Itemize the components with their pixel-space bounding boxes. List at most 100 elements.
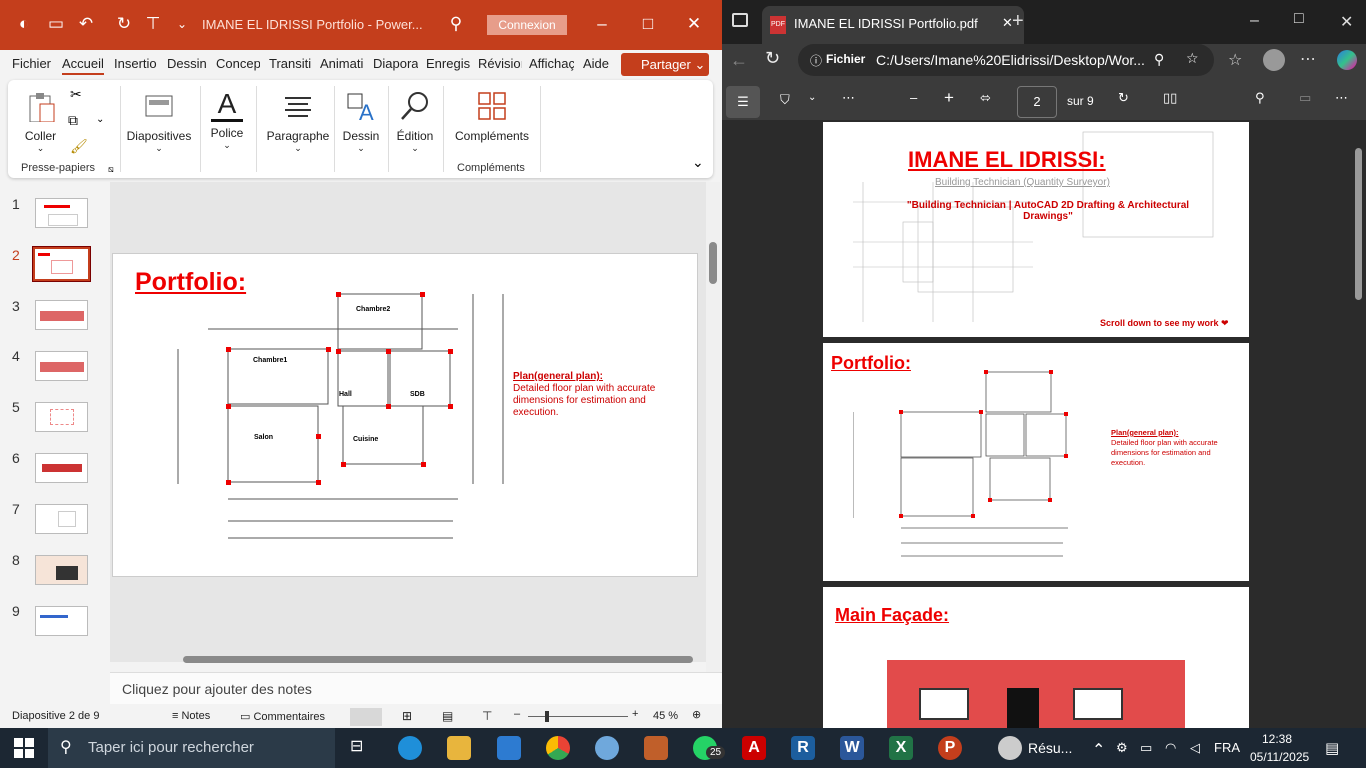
clock-time[interactable]: 12:38 — [1262, 732, 1292, 746]
cut-icon[interactable]: ✂ — [70, 86, 82, 103]
paint-icon[interactable] — [595, 736, 619, 760]
rotate-icon[interactable]: ↻ — [1118, 90, 1129, 106]
wifi-icon[interactable]: ◠ — [1165, 740, 1176, 756]
slide-thumbnail-4[interactable] — [35, 351, 88, 381]
slide-sorter-icon[interactable]: ⊞ — [402, 709, 412, 723]
dessin-button[interactable]: A Dessin ⌄ — [338, 90, 384, 154]
windows-start-icon[interactable] — [14, 738, 34, 758]
slide-thumbnail-8[interactable] — [35, 555, 88, 585]
app-icon[interactable] — [644, 736, 668, 760]
connexion-button[interactable]: Connexion — [487, 15, 567, 35]
fit-width-icon[interactable]: ⬄ — [980, 90, 991, 106]
volume-icon[interactable]: ◁ — [1190, 740, 1200, 756]
horizontal-scrollbar[interactable] — [115, 652, 705, 666]
zoom-out-icon[interactable]: – — [514, 708, 520, 720]
slide-thumbnail-6[interactable] — [35, 453, 88, 483]
slide-thumbnail-1[interactable] — [35, 198, 88, 228]
tab-conception[interactable]: Concep — [216, 56, 260, 71]
powerpoint-taskbar-icon[interactable]: P — [938, 736, 962, 760]
notifications-icon[interactable]: ▤ — [1325, 739, 1339, 757]
battery-icon[interactable]: ▭ — [1140, 740, 1152, 756]
paste-button[interactable]: Coller ⌄ — [18, 90, 63, 154]
favorite-star-icon[interactable]: ☆ — [1186, 50, 1199, 67]
back-icon[interactable]: ← — [730, 50, 748, 71]
zoom-icon[interactable]: ⚲ — [1154, 51, 1164, 68]
slide-thumbnail-9[interactable] — [35, 606, 88, 636]
favorites-icon[interactable]: ☆ — [1228, 50, 1242, 70]
more-options-icon[interactable]: ⋯ — [1300, 49, 1316, 69]
draw-dropdown-icon[interactable]: ⌄ — [808, 92, 816, 103]
reading-view-icon[interactable]: ▤ — [442, 709, 453, 723]
tab-insertion[interactable]: Insertio — [114, 56, 159, 71]
show-hidden-icons[interactable]: ⌃ — [1092, 740, 1105, 760]
slide-thumbnail-3[interactable] — [35, 300, 88, 330]
more-options-icon[interactable]: ⋯ — [1335, 90, 1348, 106]
tab-transitions[interactable]: Transiti — [269, 56, 313, 71]
language-indicator[interactable]: FRA — [1214, 740, 1240, 755]
zoom-slider[interactable] — [528, 716, 628, 717]
paragraphe-button[interactable]: Paragraphe ⌄ — [262, 90, 334, 154]
excel-icon[interactable]: X — [889, 736, 913, 760]
maximize-icon[interactable]: □ — [638, 14, 658, 34]
new-tab-icon[interactable]: + — [1012, 10, 1024, 33]
notes-pane[interactable]: Cliquez pour ajouter des notes — [110, 672, 722, 704]
search-icon[interactable]: ⚲ — [1255, 90, 1265, 106]
zoom-slider-thumb[interactable] — [545, 711, 549, 722]
format-painter-icon[interactable]: 🖌 — [70, 138, 88, 155]
task-view-icon[interactable]: ⊟ — [350, 736, 374, 760]
fit-slide-icon[interactable]: ⊕ — [692, 708, 701, 721]
copilot-icon[interactable] — [1337, 50, 1357, 70]
tab-enregistrement[interactable]: Enregis — [426, 56, 470, 71]
close-icon[interactable]: ✕ — [684, 14, 704, 34]
clock-date[interactable]: 05/11/2025 — [1250, 750, 1309, 764]
minimize-icon[interactable]: – — [1250, 12, 1259, 30]
slide-thumbnail-7[interactable] — [35, 504, 88, 534]
zoom-level[interactable]: 45 % — [653, 710, 678, 722]
current-slide[interactable]: Portfolio: Chambre2 Chambre1 Hall SDB Sa… — [112, 253, 698, 577]
present-icon[interactable]: ⊤ — [143, 14, 163, 34]
system-tray-icon[interactable]: ⚙ — [1116, 740, 1128, 756]
notes-button[interactable]: ≡ Notes — [172, 710, 210, 722]
complements-button[interactable]: Compléments — [448, 90, 536, 143]
normal-view-icon[interactable] — [350, 708, 382, 726]
tab-aide[interactable]: Aide — [583, 56, 609, 71]
autocad-icon[interactable]: A — [742, 736, 766, 760]
profile-avatar[interactable] — [1263, 49, 1285, 71]
customize-qat-icon[interactable]: ⌄ — [172, 14, 192, 34]
share-button[interactable]: Partager ⌄ — [621, 53, 709, 76]
refresh-icon[interactable]: ↻ — [765, 48, 780, 69]
page-number-input[interactable]: 2 — [1017, 86, 1057, 118]
contents-icon[interactable]: ☰ — [726, 86, 760, 118]
slide-thumbnail-5[interactable] — [35, 402, 88, 432]
save-icon[interactable]: ▭ — [46, 14, 66, 34]
save-icon[interactable]: ▭ — [1299, 90, 1311, 106]
tab-animations[interactable]: Animati — [320, 56, 365, 71]
tab-dessin[interactable]: Dessin — [167, 56, 207, 71]
page-view-icon[interactable]: ▯▯ — [1163, 90, 1177, 106]
copy-icon[interactable]: ⧉ — [68, 112, 78, 129]
tab-actions-icon[interactable] — [732, 13, 748, 27]
word-icon[interactable]: W — [840, 736, 864, 760]
minimize-icon[interactable]: – — [592, 14, 612, 34]
police-button[interactable]: A Police ⌄ — [206, 90, 248, 151]
tab-affichage[interactable]: Affichaç — [529, 56, 574, 71]
tab-fichier[interactable]: Fichier — [12, 56, 51, 71]
search-icon[interactable]: ⚲ — [446, 14, 466, 34]
close-icon[interactable]: ✕ — [1340, 12, 1353, 32]
store-icon[interactable] — [497, 736, 521, 760]
edition-button[interactable]: Édition ⌄ — [392, 90, 438, 154]
diapositives-button[interactable]: Diapositives ⌄ — [126, 90, 192, 154]
collapse-ribbon-icon[interactable]: ⌄ — [692, 154, 704, 171]
scroll-thumb[interactable] — [183, 656, 693, 663]
zoom-in-icon[interactable]: + — [944, 88, 954, 108]
maximize-icon[interactable]: □ — [1294, 10, 1304, 28]
dialog-launcher-icon[interactable]: ⧅ — [108, 164, 114, 175]
more-tools-icon[interactable]: ⋯ — [842, 90, 855, 106]
draw-icon[interactable]: ⛉ — [780, 92, 790, 108]
redo-icon[interactable]: ↻ — [114, 14, 134, 34]
comments-button[interactable]: ▭ Commentaires — [240, 710, 325, 723]
tab-revision[interactable]: Révisioı — [478, 56, 522, 71]
tab-accueil[interactable]: Accueil — [62, 56, 104, 75]
zoom-in-icon[interactable]: + — [632, 708, 638, 720]
scroll-thumb[interactable] — [709, 242, 717, 284]
